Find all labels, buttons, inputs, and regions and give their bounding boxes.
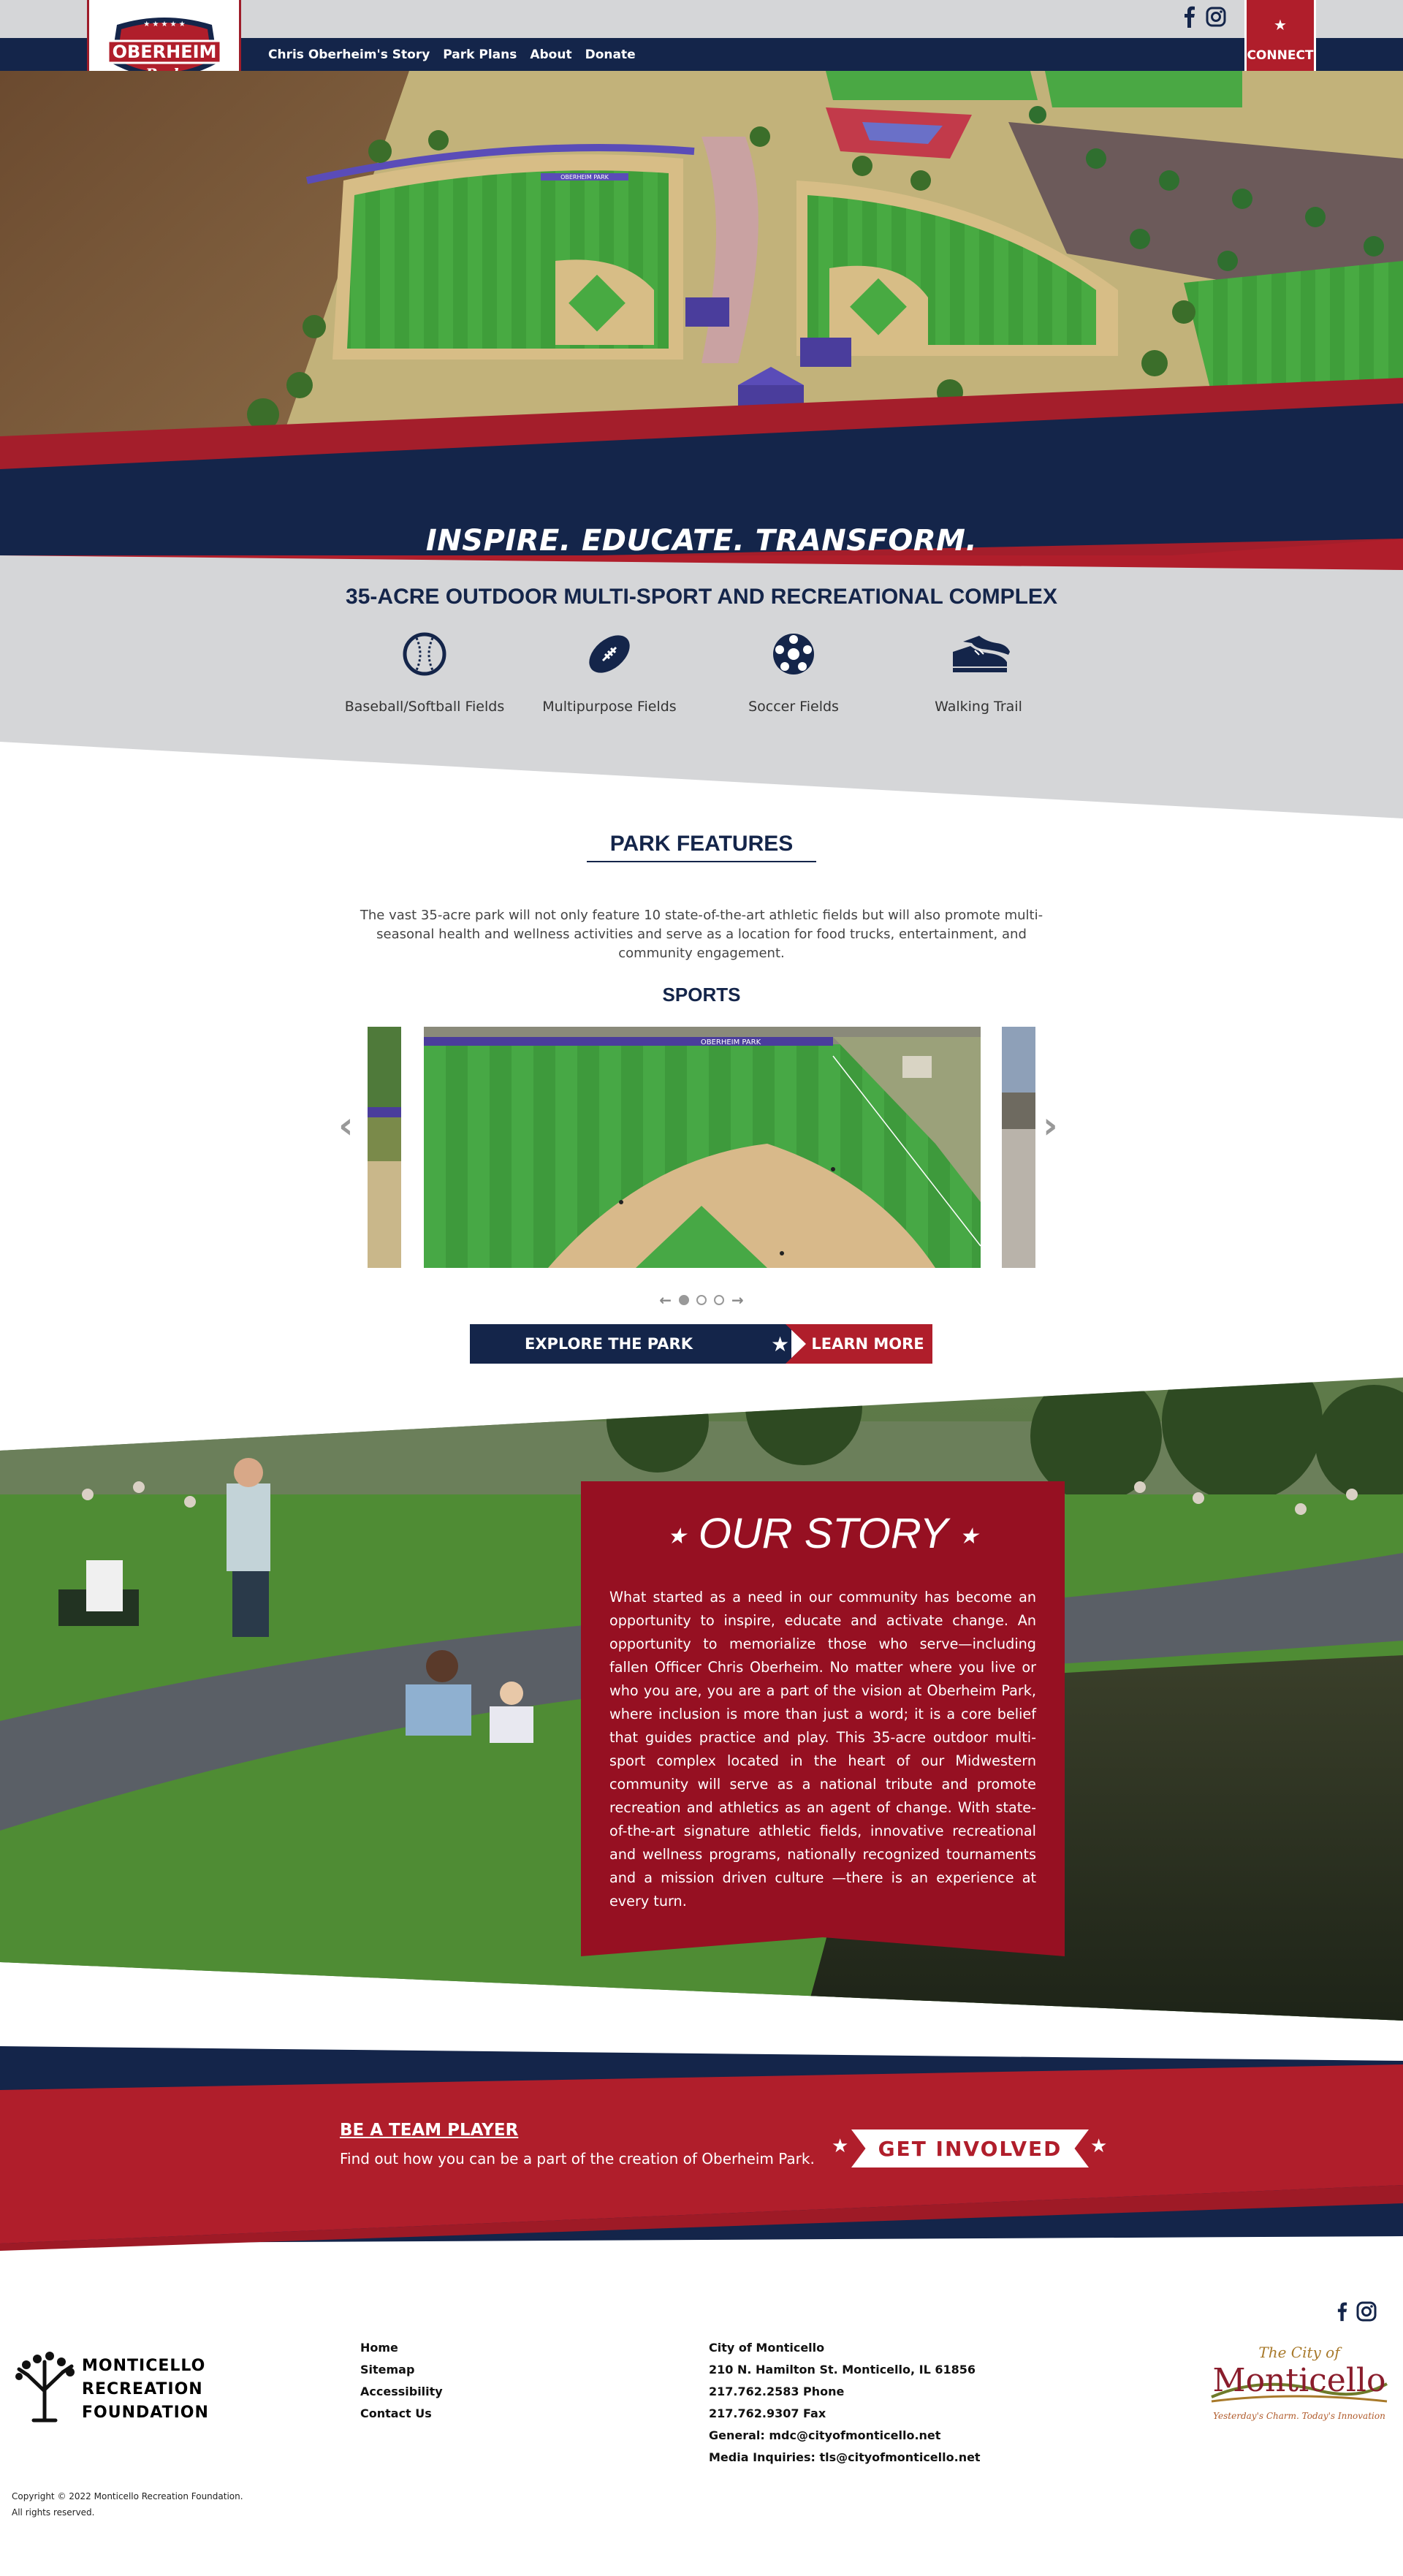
pagination-next-icon[interactable]: → <box>731 1291 744 1309</box>
carousel-active-slide[interactable]: OBERHEIM PARK <box>424 1027 981 1268</box>
carousel-prev-slide[interactable] <box>368 1027 401 1268</box>
footer-link-home[interactable]: Home <box>360 2337 443 2359</box>
hero-tagline: INSPIRE. EDUCATE. TRANSFORM. <box>425 524 978 558</box>
hero-section: OBERHEIM PARK INSPIRE. EDUCATE. TRANSFOR… <box>0 71 1403 570</box>
star-icon: ★ <box>959 1524 979 1549</box>
footer-social <box>1337 2300 1377 2322</box>
amenity-label: Walking Trail <box>935 699 1022 715</box>
learn-more-button[interactable]: LEARN MORE <box>786 1324 932 1364</box>
amenities-title: 35-ACRE OUTDOOR MULTI-SPORT AND RECREATI… <box>346 585 1057 609</box>
contact-media-email[interactable]: Media Inquiries: tls@cityofmonticello.ne… <box>709 2447 981 2469</box>
footer-link-contact-us[interactable]: Contact Us <box>360 2403 443 2425</box>
mrf-line: MONTICELLO <box>82 2357 206 2375</box>
team-player-bands <box>0 2046 1403 2251</box>
copyright: Copyright © 2022 Monticello Recreation F… <box>12 2488 243 2520</box>
contact-org: City of Monticello <box>709 2341 825 2355</box>
park-features-title: PARK FEATURES <box>609 832 794 856</box>
city-logo-tagline: Yesterday's Charm. Today's Innovation <box>1213 2411 1385 2421</box>
nav-about[interactable]: About <box>530 48 571 62</box>
amenity-label: Baseball/Softball Fields <box>344 699 505 715</box>
carousel-pagination: ← → <box>0 1291 1403 1309</box>
amenity-label: Multipurpose Fields <box>542 699 677 715</box>
footer-links: Home Sitemap Accessibility Contact Us <box>360 2337 443 2425</box>
team-player-title[interactable]: BE A TEAM PLAYER <box>340 2121 518 2140</box>
slide-field-banner: OBERHEIM PARK <box>701 1038 761 1046</box>
copyright-line: Copyright © 2022 Monticello Recreation F… <box>12 2491 243 2501</box>
instagram-icon[interactable] <box>1206 7 1226 27</box>
contact-address: 210 N. Hamilton St. Monticello, IL 61856 <box>709 2363 976 2376</box>
carousel-prev-arrow[interactable]: ‹ <box>338 1107 354 1144</box>
carousel-dot[interactable] <box>696 1295 707 1305</box>
city-logo-top: The City of <box>1258 2344 1342 2361</box>
amenity-soccer: Soccer Fields <box>699 628 889 715</box>
carousel-dot[interactable] <box>679 1295 689 1305</box>
hero-field-banner: OBERHEIM PARK <box>560 174 609 181</box>
mrf-line: RECREATION <box>82 2380 203 2398</box>
explore-the-park-button[interactable]: EXPLORE THE PARK <box>470 1324 791 1364</box>
amenity-label: Soccer Fields <box>748 699 839 715</box>
soccer-ball-icon <box>699 628 889 680</box>
facebook-icon[interactable] <box>1184 6 1195 28</box>
our-story-text: What started as a need in our community … <box>609 1589 1036 1910</box>
hero-park-aerial-image: OBERHEIM PARK <box>0 71 1403 570</box>
park-features-underline <box>587 861 816 862</box>
amenity-baseball: Baseball/Softball Fields <box>330 628 520 715</box>
contact-fax: 217.762.9307 Fax <box>709 2406 826 2420</box>
get-involved-button[interactable]: GET INVOLVED <box>851 2129 1089 2167</box>
mrf-logo-text: MONTICELLO RECREATION FOUNDATION <box>82 2355 209 2425</box>
our-story-title: ★ OUR STORY ★ <box>581 1509 1065 1558</box>
footer-link-accessibility[interactable]: Accessibility <box>360 2381 443 2403</box>
park-features-description: The vast 35-acre park will not only feat… <box>360 908 1043 961</box>
city-of-monticello-logo[interactable]: The City of Monticello Yesterday's Charm… <box>1204 2340 1394 2435</box>
nav-park-plans[interactable]: Park Plans <box>443 48 517 62</box>
footer-contact: City of Monticello 210 N. Hamilton St. M… <box>709 2337 981 2469</box>
svg-text:★ ★ ★ ★ ★: ★ ★ ★ ★ ★ <box>143 20 186 29</box>
star-icon: ★ <box>666 1524 687 1549</box>
nav-donate[interactable]: Donate <box>585 48 636 62</box>
mrf-line: FOUNDATION <box>82 2404 209 2422</box>
connect-label: CONNECT <box>1247 48 1314 63</box>
sneakers-icon <box>883 628 1073 680</box>
star-icon: ★ <box>1090 2135 1108 2157</box>
footer-link-sitemap[interactable]: Sitemap <box>360 2359 443 2381</box>
star-icon: ★ <box>832 2135 849 2157</box>
our-story-heading: OUR STORY <box>698 1510 948 1557</box>
carousel-title: SPORTS <box>662 984 741 1006</box>
nav-chris-oberheims-story[interactable]: Chris Oberheim's Story <box>268 48 430 62</box>
amenity-walking-trail: Walking Trail <box>883 628 1073 715</box>
header-social <box>1184 6 1226 28</box>
star-icon: ★ <box>771 1332 790 1356</box>
main-nav: Chris Oberheim's Story Park Plans About … <box>268 38 636 71</box>
team-player-text: Find out how you can be a part of the cr… <box>340 2150 815 2167</box>
instagram-icon[interactable] <box>1356 2301 1377 2322</box>
star-icon: ★ <box>1274 16 1287 34</box>
amenity-multipurpose: Multipurpose Fields <box>514 628 704 715</box>
football-icon <box>514 628 704 680</box>
carousel-next-slide[interactable] <box>1002 1027 1035 1268</box>
carousel-next-arrow[interactable]: › <box>1043 1107 1058 1144</box>
copyright-line: All rights reserved. <box>12 2507 95 2518</box>
logo-line1: OBERHEIM <box>112 42 216 62</box>
carousel-dot[interactable] <box>714 1295 724 1305</box>
contact-general-email[interactable]: General: mdc@cityofmonticello.net <box>709 2425 981 2447</box>
facebook-icon[interactable] <box>1337 2300 1347 2322</box>
contact-phone: 217.762.2583 Phone <box>709 2385 845 2398</box>
baseball-icon <box>330 628 520 680</box>
city-logo-name: Monticello <box>1213 2362 1386 2399</box>
pagination-prev-icon[interactable]: ← <box>659 1291 672 1309</box>
